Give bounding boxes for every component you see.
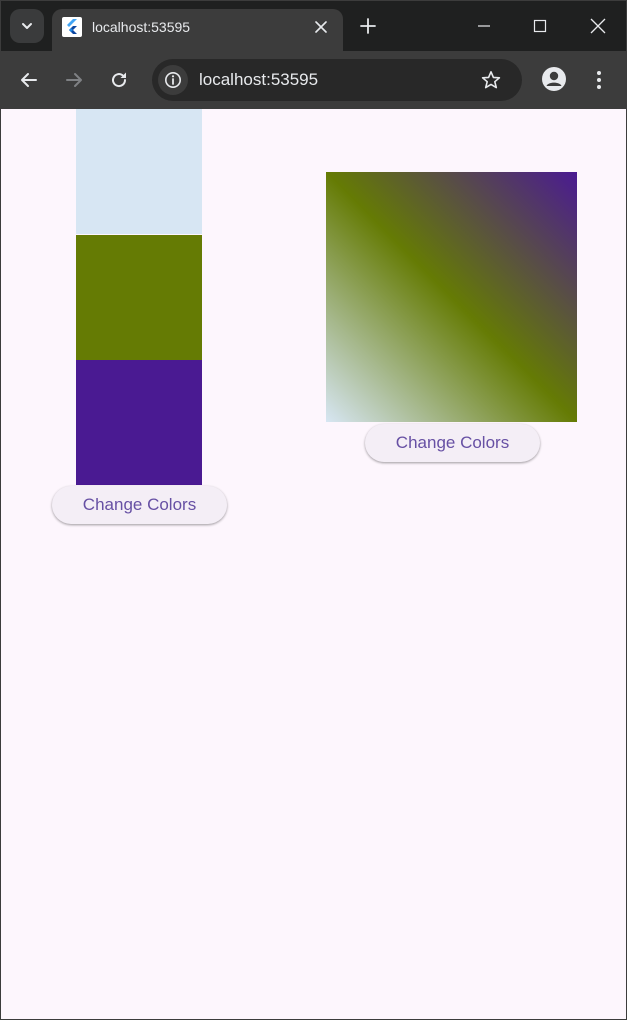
close-icon bbox=[590, 18, 606, 34]
change-colors-button-left[interactable]: Change Colors bbox=[52, 486, 227, 524]
browser-tab[interactable]: localhost:53595 bbox=[52, 9, 343, 51]
change-colors-button-right[interactable]: Change Colors bbox=[365, 424, 540, 462]
reload-icon bbox=[112, 72, 127, 88]
bookmark-button[interactable] bbox=[477, 66, 505, 94]
arrow-left-icon bbox=[21, 73, 37, 87]
chevron-down-icon bbox=[22, 23, 32, 29]
kebab-menu-icon bbox=[597, 71, 601, 89]
profile-icon bbox=[542, 67, 566, 91]
site-info-button[interactable] bbox=[158, 65, 188, 95]
info-icon bbox=[165, 72, 181, 88]
tab-search-button[interactable] bbox=[10, 9, 44, 43]
flutter-logo-icon bbox=[62, 17, 82, 37]
tab-close-button[interactable] bbox=[310, 16, 332, 38]
browser-menu-button[interactable] bbox=[584, 65, 614, 95]
url-text[interactable]: localhost:53595 bbox=[199, 69, 318, 91]
reload-button[interactable] bbox=[104, 65, 134, 95]
color-block-top bbox=[76, 109, 202, 234]
maximize-button[interactable] bbox=[525, 11, 555, 41]
color-block-middle bbox=[76, 235, 202, 360]
close-window-button[interactable] bbox=[583, 11, 613, 41]
arrow-right-icon bbox=[66, 73, 82, 87]
back-button[interactable] bbox=[14, 65, 44, 95]
tab-title: localhost:53595 bbox=[92, 19, 191, 35]
tab-strip: localhost:53595 bbox=[1, 1, 626, 51]
address-bar[interactable]: localhost:53595 bbox=[152, 59, 522, 101]
close-icon bbox=[315, 21, 327, 33]
star-icon bbox=[481, 70, 501, 89]
color-block-bottom bbox=[76, 360, 202, 485]
minimize-icon bbox=[478, 25, 490, 27]
gradient-box bbox=[326, 172, 577, 422]
new-tab-button[interactable] bbox=[355, 13, 381, 39]
minimize-button[interactable] bbox=[469, 11, 499, 41]
forward-button[interactable] bbox=[59, 65, 89, 95]
maximize-icon bbox=[533, 19, 547, 33]
profile-button[interactable] bbox=[539, 64, 569, 94]
browser-window: localhost:53595 localhost:53595 Change C… bbox=[0, 0, 627, 1020]
browser-toolbar: localhost:53595 bbox=[1, 51, 626, 109]
flutter-app-page: Change Colors Change Colors bbox=[1, 109, 626, 1019]
plus-icon bbox=[360, 18, 376, 34]
